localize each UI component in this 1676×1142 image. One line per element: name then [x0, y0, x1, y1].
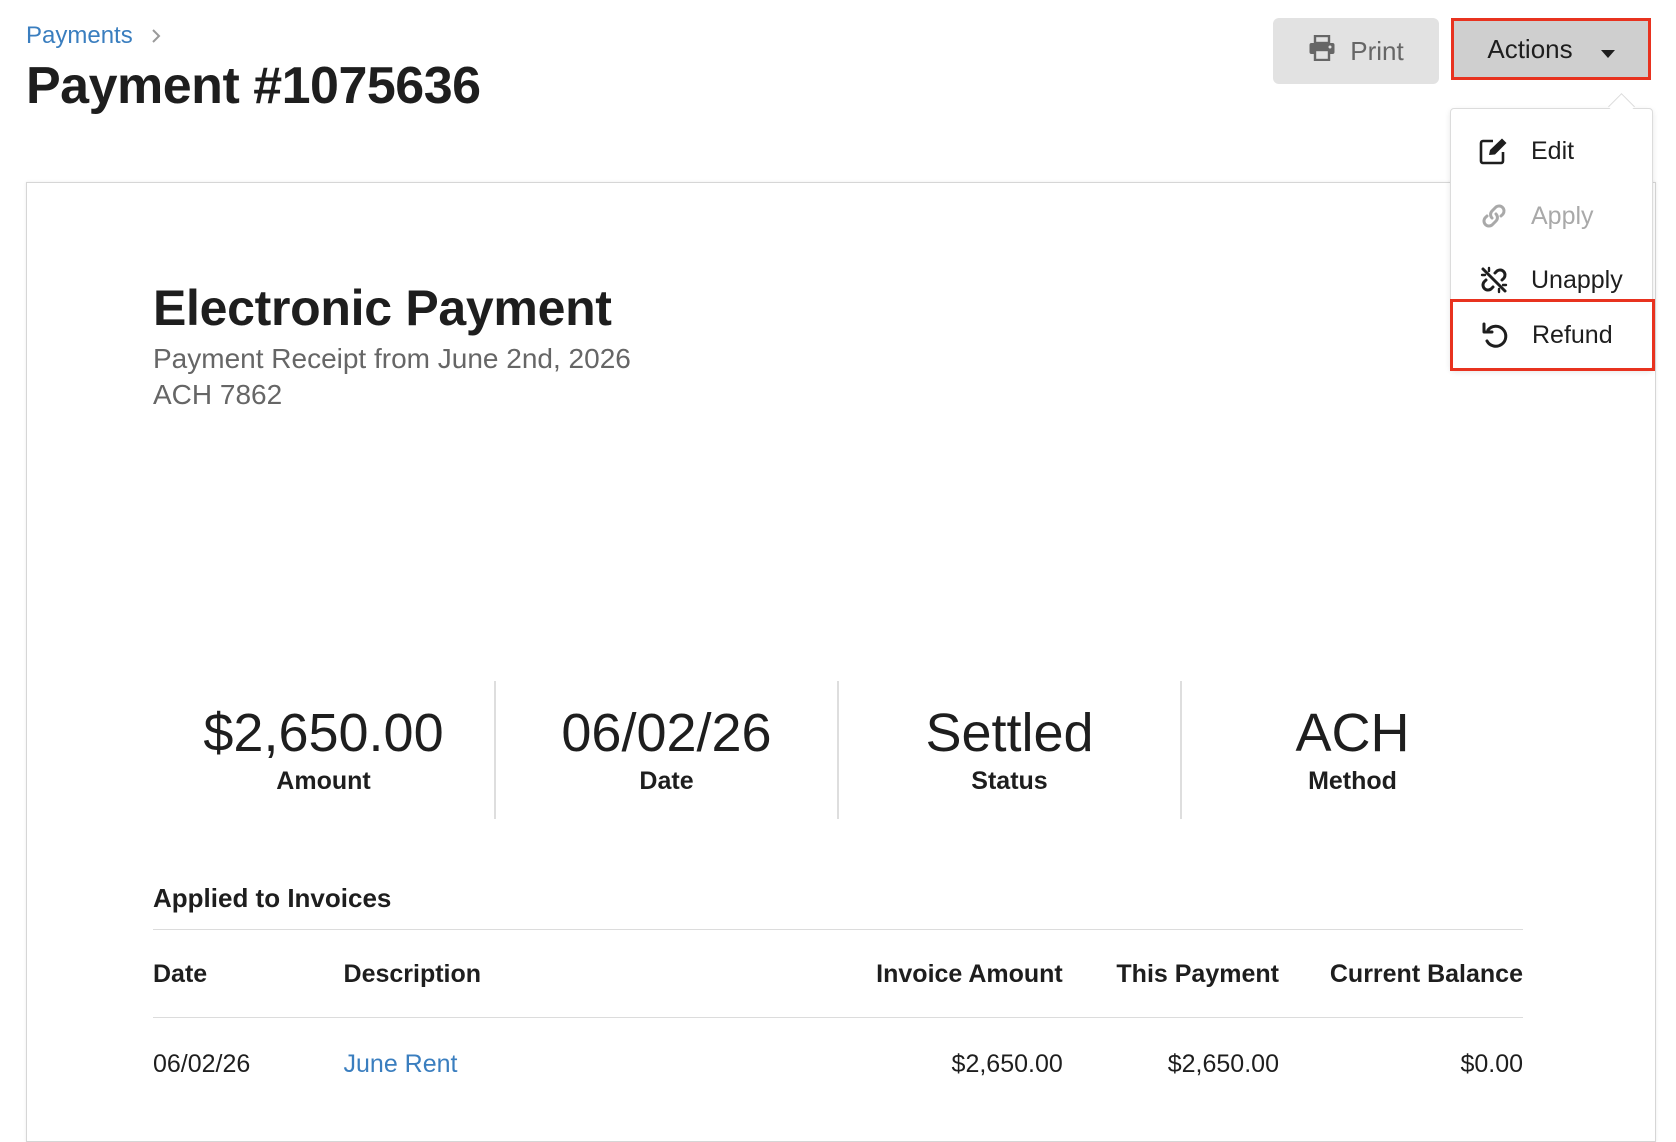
actions-dropdown-menu: Edit Apply Unapply Refund [1450, 108, 1655, 371]
stat-amount: $2,650.00 Amount [153, 681, 494, 819]
column-header-current-balance: Current Balance [1278, 931, 1523, 1018]
stat-status: Settled Status [837, 681, 1180, 819]
cell-current-balance: $0.00 [1460, 1049, 1523, 1078]
table-header-row: Date Description Invoice Amount This Pay… [153, 931, 1523, 1018]
link-icon [1479, 201, 1509, 231]
cell-this-payment: $2,650.00 [1167, 1049, 1279, 1078]
stat-label: Date [639, 767, 694, 795]
cell-date: 06/02/26 [153, 1049, 251, 1078]
column-header-description: Description [343, 931, 742, 1018]
receipt-subtitle: Payment Receipt from June 2nd, 2026 [153, 343, 631, 374]
cell-description: June Rent [344, 1018, 742, 1105]
breadcrumb-link-payments[interactable]: Payments [26, 22, 133, 50]
caret-down-icon [1600, 34, 1615, 65]
receipt-title: Electronic Payment [153, 280, 612, 336]
column-header-this-payment: This Payment [1062, 931, 1279, 1018]
payment-stats: $2,650.00 Amount 06/02/26 Date Settled S… [153, 681, 1523, 819]
print-button-label: Print [1350, 35, 1404, 66]
menu-item-label: Apply [1531, 201, 1594, 230]
menu-item-apply[interactable]: Apply [1451, 184, 1652, 248]
menu-item-label: Edit [1531, 136, 1575, 165]
breadcrumb: Payments [26, 22, 161, 50]
stat-value: Settled [925, 703, 1094, 763]
stat-value: $2,650.00 [203, 703, 444, 763]
column-header-invoice-amount: Invoice Amount [741, 931, 1063, 1018]
invoice-link[interactable]: June Rent [344, 1050, 458, 1078]
stat-method: ACH Method [1180, 681, 1523, 819]
invoice-table: Date Description Invoice Amount This Pay… [153, 931, 1523, 1104]
actions-button[interactable]: Actions [1451, 18, 1651, 80]
receipt-reference: ACH 7862 [153, 379, 283, 410]
edit-icon [1479, 136, 1509, 166]
stat-label: Method [1308, 767, 1397, 795]
applied-heading: Applied to Invoices [153, 883, 392, 913]
menu-item-label: Refund [1532, 320, 1613, 349]
column-header-date: Date [153, 931, 344, 1018]
stat-label: Status [971, 767, 1048, 795]
print-button[interactable]: Print [1273, 18, 1439, 84]
chevron-right-icon [151, 28, 161, 44]
menu-item-label: Unapply [1531, 265, 1623, 294]
printer-icon [1308, 34, 1336, 68]
stat-label: Amount [276, 767, 371, 795]
undo-icon [1480, 320, 1510, 350]
actions-button-label: Actions [1487, 33, 1573, 64]
payment-card: Electronic Payment Payment Receipt from … [26, 182, 1656, 1142]
menu-item-edit[interactable]: Edit [1451, 119, 1652, 183]
cell-invoice-amount: $2,650.00 [951, 1049, 1063, 1078]
stat-value: 06/02/26 [561, 703, 772, 763]
stat-date: 06/02/26 Date [494, 681, 837, 819]
menu-item-refund[interactable]: Refund [1450, 299, 1655, 371]
table-row: 06/02/26 June Rent $2,650.00 $2,650.00 $… [153, 1018, 1523, 1105]
stat-value: ACH [1295, 703, 1410, 763]
page-title: Payment #1075636 [26, 57, 481, 115]
unlink-icon [1479, 265, 1509, 295]
divider [153, 929, 1523, 930]
